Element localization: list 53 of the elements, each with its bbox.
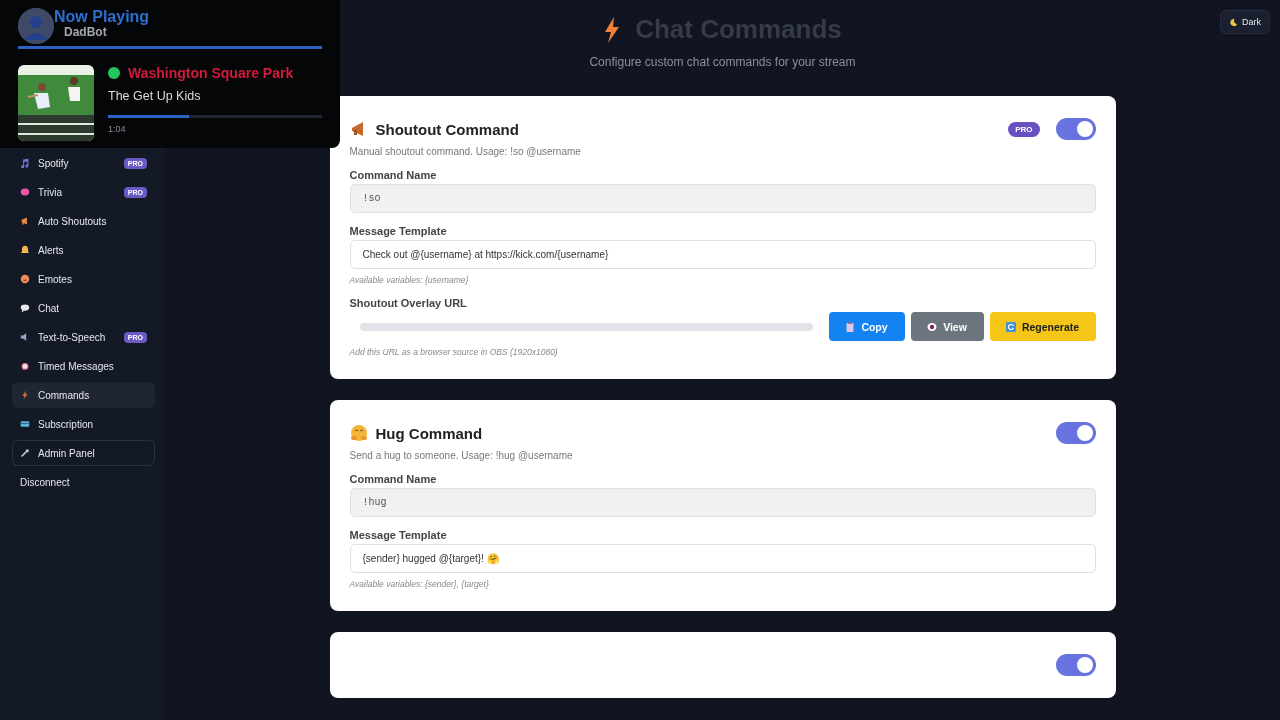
avatar-icon	[18, 8, 54, 44]
copy-button[interactable]: Copy	[828, 312, 905, 341]
sidebar-item[interactable]: Alerts	[12, 237, 155, 263]
field-label: Message Template	[349, 225, 448, 237]
card-description: Manual shoutout command. Usage: !so @username	[349, 146, 582, 157]
pro-badge: PRO	[1008, 121, 1040, 137]
page-subtitle: Configure custom chat commands for your stream	[589, 55, 856, 69]
track-title: Washington Square Park	[128, 65, 294, 81]
field-label: Command Name	[349, 473, 438, 485]
sidebar-item[interactable]: Commands	[12, 382, 155, 408]
enable-toggle[interactable]	[1055, 654, 1096, 676]
card-title: Shoutout Command	[375, 120, 520, 138]
view-button[interactable]: View	[910, 312, 984, 341]
bell-icon	[20, 245, 30, 255]
lightning-icon	[603, 16, 622, 43]
clipboard-icon	[845, 321, 856, 332]
sidebar-item[interactable]: Emotes	[12, 266, 155, 292]
megaphone-icon	[20, 216, 30, 226]
speech-bubble-icon	[20, 303, 30, 313]
sidebar-item[interactable]: Admin Panel	[12, 440, 155, 466]
enable-toggle[interactable]	[1055, 118, 1096, 140]
lightning-icon	[20, 390, 30, 400]
hint-text: Add this URL as a browser source in OBS (1920x1080)	[349, 347, 559, 357]
sidebar-item[interactable]: Auto Shoutouts	[12, 208, 155, 234]
refresh-icon	[1005, 321, 1016, 332]
sidebar-item[interactable]: Chat	[12, 295, 155, 321]
field-label: Message Template	[349, 529, 448, 541]
music-note-icon	[20, 158, 30, 168]
eye-icon	[927, 321, 938, 332]
elapsed-time: 1:04	[108, 124, 127, 134]
card-description: Send a hug to someone. Usage: !hug @username	[349, 450, 574, 461]
theme-button[interactable]: Dark	[1220, 10, 1270, 34]
sidebar-item[interactable]: Timed Messages	[12, 353, 155, 379]
hint-text: Available variables: {sender}, {target}	[349, 579, 490, 589]
sidebar-item[interactable]: Subscription	[12, 411, 155, 437]
artist-name: The Get Up Kids	[108, 89, 202, 103]
card-title: Hug Command	[375, 424, 484, 442]
hugging-face-icon	[349, 424, 368, 442]
enable-toggle[interactable]	[1055, 422, 1096, 444]
hint-text: Available variables: {username}	[349, 275, 470, 285]
field-label: Command Name	[349, 169, 438, 181]
wrench-icon	[20, 448, 30, 458]
now-playing-title: Now Playing	[54, 8, 150, 26]
card-icon	[20, 419, 30, 429]
disconnect-button[interactable]: Disconnect	[12, 469, 78, 496]
alarm-clock-icon	[20, 361, 30, 371]
message-template-field[interactable]: {sender} hugged @{target}! 🤗	[349, 544, 1096, 573]
moon-icon	[1229, 17, 1238, 27]
field-label: Shoutout Overlay URL	[349, 297, 468, 309]
bot-name: DadBot	[64, 26, 108, 38]
smiley-icon	[20, 274, 30, 284]
regenerate-button[interactable]: Regenerate	[989, 312, 1096, 341]
message-template-field[interactable]: Check out @{username} at https://kick.com/{username}	[349, 240, 1096, 269]
